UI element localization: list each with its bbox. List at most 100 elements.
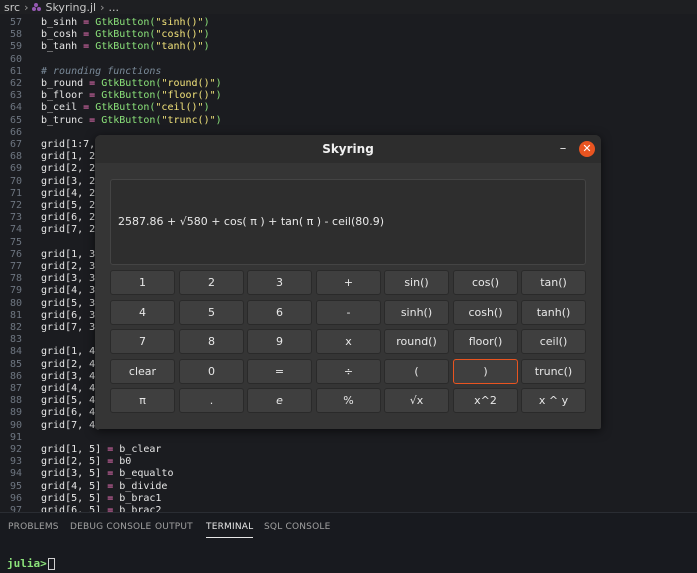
code-token: grid[5, 5] bbox=[41, 492, 102, 504]
code-text: grid[6, 3] bbox=[41, 310, 101, 322]
calc-button-9[interactable]: 9 bbox=[247, 329, 312, 354]
code-token: = bbox=[77, 41, 96, 53]
code-text: grid[6, 5] = b_brac2 bbox=[41, 505, 161, 512]
calc-button-x[interactable]: √x bbox=[384, 388, 449, 413]
calc-button-sym-4-3[interactable]: % bbox=[316, 388, 381, 413]
calc-button-cos[interactable]: cos() bbox=[453, 270, 518, 295]
calc-button-x-2[interactable]: x^2 bbox=[453, 388, 518, 413]
calc-button-sinh[interactable]: sinh() bbox=[384, 300, 449, 325]
calc-button-cosh[interactable]: cosh() bbox=[453, 300, 518, 325]
code-token: b_brac1 bbox=[119, 492, 162, 504]
code-token: b_ceil bbox=[41, 102, 78, 114]
line-number: 92 bbox=[9, 444, 22, 455]
line-number: 83 bbox=[9, 334, 22, 346]
code-token: grid[7, 4] bbox=[41, 419, 102, 431]
tab-problems[interactable]: PROBLEMS bbox=[8, 522, 59, 532]
code-token: GtkButton( bbox=[95, 41, 156, 53]
code-token: ) bbox=[203, 41, 210, 53]
calc-button-sym-3-2[interactable]: = bbox=[247, 359, 312, 384]
breadcrumb-more[interactable]: ... bbox=[109, 1, 120, 14]
calc-button-sym-3-4[interactable]: ( bbox=[384, 359, 449, 384]
code-token: "trunc()" bbox=[161, 114, 216, 126]
line-number: 75 bbox=[9, 236, 22, 248]
chevron-right-icon: › bbox=[24, 0, 29, 14]
julia-file-icon bbox=[32, 2, 42, 12]
code-token: = bbox=[101, 468, 120, 480]
code-token: = bbox=[101, 492, 120, 504]
code-token: ) bbox=[203, 17, 210, 28]
tab-sql-console[interactable]: SQL CONSOLE bbox=[264, 522, 330, 532]
calc-button-3[interactable]: 3 bbox=[247, 270, 312, 295]
calc-button-sin[interactable]: sin() bbox=[384, 270, 449, 295]
tab-terminal[interactable]: TERMINAL bbox=[206, 522, 254, 538]
calc-button-sym-4-1[interactable]: . bbox=[179, 388, 244, 413]
breadcrumb-folder[interactable]: src bbox=[4, 1, 20, 14]
code-token: grid[1, 3] bbox=[41, 248, 102, 260]
line-number: 71 bbox=[9, 187, 22, 199]
line-number: 74 bbox=[9, 224, 22, 236]
code-token: grid[1, 2] bbox=[41, 151, 102, 163]
code-token: ) bbox=[215, 114, 222, 126]
line-number: 93 bbox=[9, 456, 22, 468]
line-number: 85 bbox=[9, 358, 22, 370]
window-titlebar[interactable]: Skyring – ✕ bbox=[95, 135, 601, 163]
code-token: b_equalto bbox=[119, 468, 174, 480]
code-token: b_divide bbox=[119, 480, 168, 492]
close-button[interactable]: ✕ bbox=[579, 141, 595, 157]
calc-button-1[interactable]: 1 bbox=[110, 270, 175, 295]
code-text: grid[1, 3] bbox=[41, 249, 101, 261]
code-token: grid[5, 3] bbox=[41, 297, 102, 309]
code-token: grid[3, 5] bbox=[41, 468, 102, 480]
calc-button-tanh[interactable]: tanh() bbox=[521, 300, 586, 325]
code-token: grid[7, 2] bbox=[41, 224, 102, 236]
code-text: grid[3, 5] = b_equalto bbox=[41, 468, 173, 480]
calculator-display: 2587.86 + √580 + cos( π ) + tan( π ) - c… bbox=[110, 179, 586, 265]
calc-button-x[interactable]: x bbox=[316, 329, 381, 354]
line-number: 66 bbox=[9, 126, 22, 138]
calc-button-6[interactable]: 6 bbox=[247, 300, 312, 325]
code-text: grid[6, 2] bbox=[41, 212, 101, 224]
chevron-right-icon: › bbox=[100, 0, 105, 14]
line-number: 78 bbox=[9, 273, 22, 285]
code-token: b0 bbox=[119, 456, 132, 468]
breadcrumb-file[interactable]: Skyring.jl bbox=[45, 1, 96, 14]
line-number: 64 bbox=[9, 102, 22, 114]
calc-button-5[interactable]: 5 bbox=[179, 300, 244, 325]
calc-button-floor[interactable]: floor() bbox=[453, 329, 518, 354]
calc-button-4[interactable]: 4 bbox=[110, 300, 175, 325]
calc-button-trunc[interactable]: trunc() bbox=[521, 359, 586, 384]
calc-button-8[interactable]: 8 bbox=[179, 329, 244, 354]
code-text: b_cosh = GtkButton("cosh()") bbox=[41, 29, 210, 41]
calc-button-x-y[interactable]: x ^ y bbox=[521, 388, 586, 413]
code-text: grid[4, 2] bbox=[41, 188, 101, 200]
calc-button-sym-4-0[interactable]: π bbox=[110, 388, 175, 413]
calc-button-2[interactable]: 2 bbox=[179, 270, 244, 295]
calc-button-clear[interactable]: clear bbox=[110, 359, 175, 384]
code-token: grid[3, 2] bbox=[41, 175, 102, 187]
calc-button-tan[interactable]: tan() bbox=[521, 270, 586, 295]
tab-output[interactable]: OUTPUT bbox=[155, 522, 193, 532]
line-number: 70 bbox=[9, 175, 22, 187]
code-token: # rounding functions bbox=[41, 65, 162, 77]
calc-button-0[interactable]: 0 bbox=[179, 359, 244, 384]
code-token: = bbox=[77, 102, 96, 114]
code-text: b_tanh = GtkButton("tanh()") bbox=[41, 41, 210, 53]
bottom-panel: PROBLEMS DEBUG CONSOLE OUTPUT TERMINAL SQL C… bbox=[0, 512, 697, 573]
calc-button-round[interactable]: round() bbox=[384, 329, 449, 354]
line-number: 89 bbox=[9, 407, 22, 419]
minimize-button[interactable]: – bbox=[555, 141, 571, 157]
code-token: grid[1:7, bbox=[41, 139, 96, 150]
calc-button-sym-1-3[interactable]: - bbox=[316, 300, 381, 325]
terminal-cursor[interactable] bbox=[48, 558, 55, 570]
calc-button-e[interactable]: e bbox=[247, 388, 312, 413]
calc-button-7[interactable]: 7 bbox=[110, 329, 175, 354]
calc-button-sym-3-3[interactable]: ÷ bbox=[316, 359, 381, 384]
line-number: 57 bbox=[9, 17, 22, 28]
code-token: ) bbox=[215, 90, 222, 102]
code-text: grid[2, 2] bbox=[41, 163, 101, 175]
code-token: GtkButton( bbox=[95, 102, 156, 114]
calc-button-sym-3-5[interactable]: ) bbox=[453, 359, 518, 384]
tab-debug-console[interactable]: DEBUG CONSOLE bbox=[70, 522, 151, 532]
calc-button-sym-0-3[interactable]: + bbox=[316, 270, 381, 295]
calc-button-ceil[interactable]: ceil() bbox=[521, 329, 586, 354]
